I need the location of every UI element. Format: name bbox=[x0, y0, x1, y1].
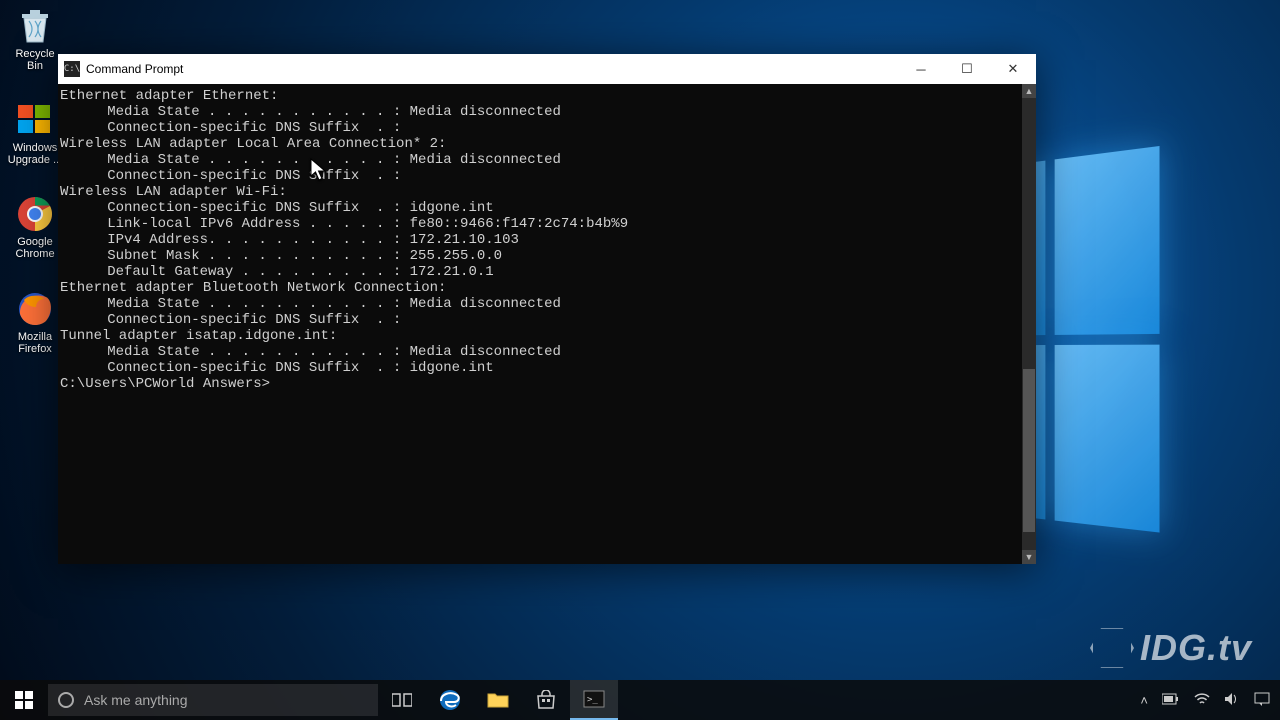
terminal-line: Connection-specific DNS Suffix . : bbox=[60, 120, 1020, 136]
desktop-icon-chrome[interactable]: Google Chrome bbox=[6, 194, 64, 260]
taskbar-cmd[interactable]: >_ bbox=[570, 680, 618, 720]
taskbar-store[interactable] bbox=[522, 680, 570, 720]
watermark-text: IDG.tv bbox=[1140, 627, 1252, 669]
terminal-line: Connection-specific DNS Suffix . : idgon… bbox=[60, 360, 1020, 376]
scroll-up-button[interactable]: ▲ bbox=[1022, 84, 1036, 98]
system-tray[interactable]: ˄ bbox=[1130, 692, 1280, 709]
terminal-line: Link-local IPv6 Address . . . . . : fe80… bbox=[60, 216, 1020, 232]
cmd-icon: C:\ bbox=[64, 61, 80, 77]
terminal-line: Connection-specific DNS Suffix . : bbox=[60, 312, 1020, 328]
recycle-bin-icon bbox=[15, 6, 55, 46]
tray-volume-icon[interactable] bbox=[1224, 692, 1240, 709]
terminal-line: Wireless LAN adapter Wi-Fi: bbox=[60, 184, 1020, 200]
store-icon bbox=[535, 690, 557, 710]
terminal-line: IPv4 Address. . . . . . . . . . . : 172.… bbox=[60, 232, 1020, 248]
terminal-line: Tunnel adapter isatap.idgone.int: bbox=[60, 328, 1020, 344]
minimize-button[interactable]: ─ bbox=[898, 54, 944, 84]
terminal-line: Media State . . . . . . . . . . . : Medi… bbox=[60, 152, 1020, 168]
cortana-icon bbox=[58, 692, 74, 708]
svg-text:>_: >_ bbox=[587, 695, 598, 705]
terminal-line: Ethernet adapter Ethernet: bbox=[60, 88, 1020, 104]
window-controls: ─ ☐ ✕ bbox=[898, 54, 1036, 84]
tray-battery-icon[interactable] bbox=[1162, 693, 1180, 708]
terminal-line: Subnet Mask . . . . . . . . . . . : 255.… bbox=[60, 248, 1020, 264]
task-view-button[interactable] bbox=[378, 680, 426, 720]
taskbar: Ask me anything >_ ˄ bbox=[0, 680, 1280, 720]
desktop-icon-windows-upgrade[interactable]: Windows Upgrade ... bbox=[6, 100, 64, 166]
terminal-line: Media State . . . . . . . . . . . : Medi… bbox=[60, 296, 1020, 312]
tray-wifi-icon[interactable] bbox=[1194, 692, 1210, 709]
windows-logo-icon bbox=[15, 100, 55, 140]
terminal-line: C:\Users\PCWorld Answers> bbox=[60, 376, 1020, 392]
desktop-icons: Recycle Bin Windows Upgrade ... Google C… bbox=[6, 6, 64, 355]
desktop-icon-recycle-bin[interactable]: Recycle Bin bbox=[6, 6, 64, 72]
scroll-down-button[interactable]: ▼ bbox=[1022, 550, 1036, 564]
maximize-button[interactable]: ☐ bbox=[944, 54, 990, 84]
terminal-body[interactable]: Ethernet adapter Ethernet: Media State .… bbox=[58, 84, 1036, 564]
tray-chevron-icon[interactable]: ˄ bbox=[1140, 693, 1148, 708]
command-prompt-window: C:\ Command Prompt ─ ☐ ✕ Ethernet adapte… bbox=[58, 54, 1036, 564]
terminal-line: Media State . . . . . . . . . . . : Medi… bbox=[60, 104, 1020, 120]
folder-icon bbox=[487, 691, 509, 709]
tray-notifications-icon[interactable] bbox=[1254, 692, 1270, 709]
watermark-hex-icon bbox=[1090, 626, 1134, 670]
taskbar-file-explorer[interactable] bbox=[474, 680, 522, 720]
search-placeholder: Ask me anything bbox=[84, 692, 188, 708]
desktop-icon-label: Mozilla Firefox bbox=[6, 331, 64, 355]
cmd-taskbar-icon: >_ bbox=[583, 690, 605, 708]
terminal-line: Default Gateway . . . . . . . . . : 172.… bbox=[60, 264, 1020, 280]
desktop-icon-label: Recycle Bin bbox=[6, 48, 64, 72]
windows-start-icon bbox=[15, 691, 33, 709]
task-view-icon bbox=[392, 692, 412, 708]
terminal-line: Connection-specific DNS Suffix . : idgon… bbox=[60, 200, 1020, 216]
firefox-icon bbox=[15, 289, 55, 329]
titlebar[interactable]: C:\ Command Prompt ─ ☐ ✕ bbox=[58, 54, 1036, 84]
close-button[interactable]: ✕ bbox=[990, 54, 1036, 84]
desktop-icon-label: Windows Upgrade ... bbox=[6, 142, 64, 166]
edge-icon bbox=[438, 688, 462, 712]
desktop-icon-label: Google Chrome bbox=[6, 236, 64, 260]
scrollbar[interactable]: ▲ ▼ bbox=[1022, 84, 1036, 564]
terminal-line: Media State . . . . . . . . . . . : Medi… bbox=[60, 344, 1020, 360]
terminal-output: Ethernet adapter Ethernet: Media State .… bbox=[58, 84, 1022, 564]
scroll-track[interactable] bbox=[1022, 98, 1036, 550]
cortana-search[interactable]: Ask me anything bbox=[48, 684, 378, 716]
terminal-line: Wireless LAN adapter Local Area Connecti… bbox=[60, 136, 1020, 152]
scroll-thumb[interactable] bbox=[1023, 369, 1035, 532]
terminal-line: Connection-specific DNS Suffix . : bbox=[60, 168, 1020, 184]
taskbar-edge[interactable] bbox=[426, 680, 474, 720]
chrome-icon bbox=[15, 194, 55, 234]
desktop-icon-firefox[interactable]: Mozilla Firefox bbox=[6, 289, 64, 355]
window-title: Command Prompt bbox=[86, 62, 898, 76]
start-button[interactable] bbox=[0, 680, 48, 720]
watermark: IDG.tv bbox=[1090, 626, 1252, 670]
terminal-line: Ethernet adapter Bluetooth Network Conne… bbox=[60, 280, 1020, 296]
